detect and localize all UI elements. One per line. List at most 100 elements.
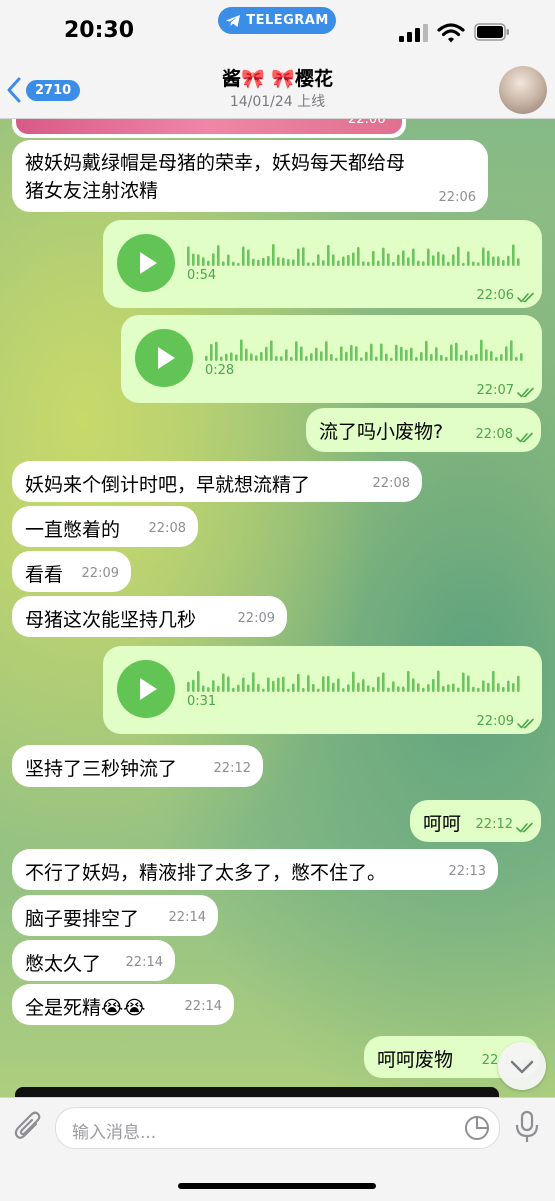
incoming-message[interactable]: 脑子要排空了 22:14 <box>12 895 218 936</box>
scroll-to-bottom-button[interactable] <box>498 1042 546 1090</box>
waveform-bar <box>240 339 243 361</box>
message-text: 全是死精😭😭 <box>25 997 146 1019</box>
microphone-icon[interactable] <box>514 1110 540 1144</box>
message-text: 呵呵废物 <box>377 1049 454 1071</box>
play-icon <box>140 678 157 700</box>
waveform-bar <box>442 254 445 266</box>
chevron-down-icon <box>510 1060 534 1074</box>
waveform-bar <box>437 670 440 692</box>
incoming-message[interactable]: 母猪这次能坚持几秒 22:09 <box>12 596 287 637</box>
message-input[interactable]: 输入消息... <box>55 1107 500 1149</box>
play-button[interactable] <box>117 234 175 292</box>
waveform-bar <box>362 261 365 266</box>
voice-message[interactable]: 0:54 22:06 <box>103 220 542 308</box>
message-time: 22:08 <box>372 476 410 491</box>
outgoing-message[interactable]: 流了吗小废物? 22:08 <box>306 408 541 452</box>
waveform-bar <box>495 357 498 361</box>
incoming-message[interactable]: 憋太久了 22:14 <box>12 940 175 981</box>
incoming-message[interactable]: 坚持了三秒钟流了 22:12 <box>12 745 263 787</box>
waveform-bar <box>342 688 345 692</box>
waveform-bar <box>352 671 355 692</box>
message-time: 22:14 <box>184 999 222 1014</box>
waveform[interactable] <box>187 666 526 692</box>
message-text: 憋太久了 <box>25 953 102 975</box>
waveform-bar <box>252 672 255 692</box>
waveform-bar <box>305 356 308 361</box>
waveform-bar <box>337 260 340 266</box>
waveform-bar <box>465 350 468 361</box>
message-text: 脑子要排空了 <box>25 908 140 930</box>
incoming-message[interactable]: 全是死精😭😭 22:14 <box>12 984 234 1025</box>
last-seen-status: 14/01/24 上线 <box>229 94 326 110</box>
waveform-bar <box>515 356 518 361</box>
waveform[interactable] <box>187 240 526 266</box>
waveform-bar <box>342 256 345 266</box>
message-time: 22:12 <box>475 817 513 832</box>
waveform-bar <box>262 257 265 266</box>
voice-message[interactable]: 0:31 22:09 <box>103 646 542 734</box>
incoming-message[interactable]: 一直憋着的 22:08 <box>12 506 198 547</box>
incoming-message[interactable]: 看看 22:09 <box>12 551 131 592</box>
play-button[interactable] <box>117 660 175 718</box>
play-icon <box>140 252 157 274</box>
waveform-bar <box>282 257 285 266</box>
waveform-bar <box>377 260 380 266</box>
message-composer: 输入消息... <box>0 1097 555 1201</box>
waveform-bar <box>327 244 330 266</box>
waveform-bar <box>277 677 280 692</box>
sticker-icon[interactable] <box>464 1115 490 1141</box>
message-time: 22:07 <box>476 383 514 398</box>
outgoing-message[interactable]: 呵呵 22:12 <box>410 800 541 842</box>
waveform-bar <box>447 684 450 692</box>
waveform-bar <box>250 353 253 361</box>
voice-message[interactable]: 0:28 22:07 <box>121 315 542 403</box>
wifi-icon <box>437 23 465 43</box>
waveform-bar <box>347 254 350 266</box>
chat-title[interactable]: 酱🎀 🎀樱花 <box>0 64 555 91</box>
waveform-bar <box>492 256 495 266</box>
incoming-message[interactable]: 不行了妖妈，精液排了太多了，憋不住了。 22:13 <box>12 849 498 890</box>
waveform-bar <box>237 684 240 692</box>
waveform-bar <box>372 250 375 266</box>
waveform-bar <box>332 682 335 692</box>
waveform-bar <box>517 675 520 692</box>
waveform-bar <box>267 255 270 266</box>
waveform-bar <box>445 356 448 361</box>
waveform[interactable] <box>205 335 526 361</box>
waveform-bar <box>497 256 500 266</box>
waveform-bar <box>340 346 343 361</box>
waveform-bar <box>225 353 228 361</box>
waveform-bar <box>485 349 488 361</box>
waveform-bar <box>502 260 505 266</box>
waveform-bar <box>460 354 463 361</box>
incoming-message[interactable]: 被妖妈戴绿帽是母猪的荣幸，妖妈每天都给母 猪女友注射浓精 22:06 <box>12 140 488 212</box>
voice-duration: 0:31 <box>187 694 217 709</box>
waveform-bar <box>385 353 388 361</box>
play-button[interactable] <box>135 329 193 387</box>
waveform-bar <box>470 355 473 361</box>
waveform-bar <box>260 351 263 361</box>
avatar[interactable] <box>499 66 547 114</box>
waveform-bar <box>280 356 283 361</box>
telegram-call-pill[interactable]: TELEGRAM <box>218 7 336 34</box>
waveform-bar <box>457 246 460 266</box>
waveform-bar <box>350 344 353 361</box>
waveform-bar <box>292 259 295 266</box>
waveform-bar <box>440 354 443 361</box>
waveform-bar <box>375 356 378 361</box>
waveform-bar <box>265 346 268 361</box>
waveform-bar <box>290 356 293 361</box>
waveform-bar <box>482 247 485 266</box>
waveform-bar <box>432 678 435 692</box>
chat-header: 2710 酱🎀 🎀樱花 14/01/24 上线 <box>0 62 555 119</box>
waveform-bar <box>245 348 248 361</box>
waveform-bar <box>402 250 405 266</box>
waveform-bar <box>505 346 508 361</box>
paperclip-icon[interactable] <box>12 1110 44 1144</box>
waveform-bar <box>322 260 325 266</box>
incoming-message[interactable]: 妖妈来个倒计时吧，早就想流精了 22:08 <box>12 461 422 502</box>
waveform-bar <box>412 248 415 266</box>
waveform-bar <box>267 677 270 692</box>
waveform-bar <box>390 357 393 361</box>
message-time: 22:14 <box>125 955 163 970</box>
